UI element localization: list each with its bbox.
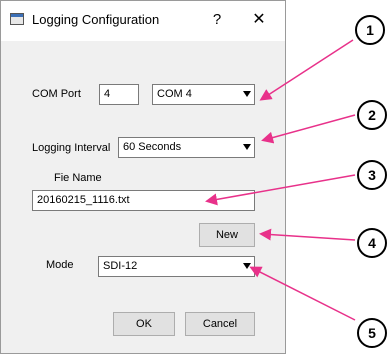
callout-1: 1	[355, 15, 385, 45]
callout-arrow-3	[205, 174, 356, 206]
annotation-arrows	[205, 39, 356, 321]
callout-arrow-4	[259, 228, 356, 241]
callout-arrow-5	[249, 266, 356, 321]
callout-4: 4	[357, 228, 387, 258]
callout-arrow-2	[261, 114, 356, 144]
callout-arrow-1	[259, 39, 354, 101]
callout-3: 3	[357, 160, 387, 190]
callout-2: 2	[357, 100, 387, 130]
callout-5: 5	[357, 318, 387, 348]
